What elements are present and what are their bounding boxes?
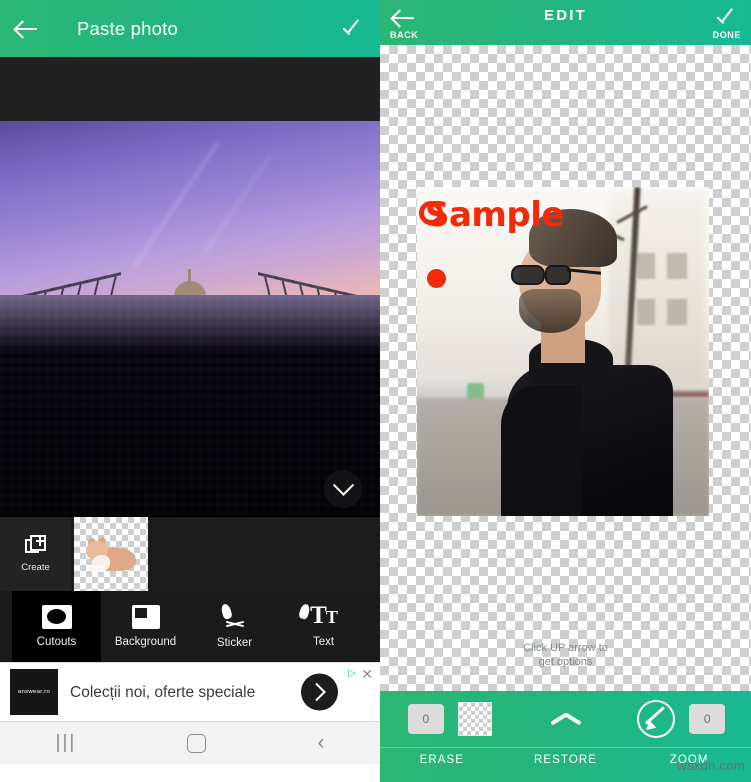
ellipse-cutout-icon: [41, 604, 72, 629]
two-phone-screenshot-composite: Paste photo Create Cutouts Background St…: [0, 0, 751, 782]
done-label: DONE: [712, 30, 741, 40]
ad-close-icon[interactable]: ✕: [361, 666, 373, 683]
chevron-up-icon[interactable]: [551, 711, 581, 727]
page-title: EDIT: [544, 7, 587, 24]
erase-label: ERASE: [419, 754, 465, 766]
tool-background[interactable]: Background: [101, 590, 190, 662]
cat-sticker-icon: [218, 602, 311, 630]
edit-canvas[interactable]: Sample Click UP arrow to get options: [380, 45, 751, 691]
brush-icon[interactable]: [637, 700, 676, 738]
ad-cta-button[interactable]: [301, 673, 338, 711]
text-icon: TT: [310, 602, 338, 629]
confirm-button[interactable]: [340, 16, 366, 42]
create-cutout-tile[interactable]: Create: [0, 517, 74, 591]
ad-brand-logo: answear.ro: [10, 669, 58, 715]
nav-recents-button[interactable]: |||: [56, 732, 77, 754]
options-hint: Click UP arrow to get options: [380, 641, 751, 669]
zoom-level-badge[interactable]: 0: [689, 704, 726, 734]
restore-label: RESTORE: [533, 754, 598, 766]
tool-text[interactable]: TT Text: [279, 590, 368, 662]
erase-size-badge[interactable]: 0: [407, 704, 444, 734]
watermark-dot: [427, 269, 446, 288]
sample-watermark: Sample: [425, 195, 564, 235]
nav-home-button[interactable]: [187, 733, 207, 753]
man-in-black-turtleneck-photo[interactable]: Sample: [417, 187, 709, 516]
page-title: Paste photo: [77, 17, 178, 39]
ad-brand-text: answear.ro: [17, 689, 51, 695]
cat-cutout-thumbnail[interactable]: [74, 517, 148, 591]
tool-background-label: Background: [114, 635, 177, 648]
paste-photo-appbar: Paste photo: [0, 0, 380, 57]
erase-tool[interactable]: 0: [392, 702, 508, 736]
millennium-bridge-st-pauls-photo[interactable]: [0, 121, 380, 516]
nav-back-button[interactable]: ‹: [317, 731, 324, 755]
home-icon: [187, 733, 207, 753]
bridge-deck: [0, 294, 380, 516]
check-icon: [340, 16, 366, 42]
back-button[interactable]: [14, 16, 40, 42]
man-figure: [501, 209, 673, 516]
edit-appbar: BACK EDIT DONE: [380, 0, 751, 45]
tool-cutouts[interactable]: Cutouts: [12, 590, 101, 662]
check-icon: [714, 5, 740, 31]
canvas-top-band: [0, 57, 380, 121]
tool-sticker[interactable]: Sticker: [190, 590, 311, 662]
edit-toolbar-icons: 0 0: [380, 691, 751, 747]
create-tile-label: Create: [21, 562, 50, 573]
restore-tool[interactable]: [508, 711, 624, 727]
ad-headline: Colecții noi, oferte speciale: [70, 683, 256, 701]
cutout-strip: Create: [0, 516, 380, 591]
arrow-back-icon: [14, 16, 40, 42]
adchoices-icon[interactable]: ▷: [348, 668, 356, 679]
tool-sticker-label: Sticker: [216, 636, 253, 649]
chevron-down-icon[interactable]: [324, 470, 362, 508]
add-photo-icon: [24, 535, 47, 557]
back-label: BACK: [390, 30, 419, 40]
cat-cutout-image: [86, 536, 138, 572]
left-android-navbar: ||| ‹: [0, 722, 380, 764]
right-phone-screen: BACK EDIT DONE Sample Click UP arrow to …: [380, 0, 751, 782]
background-icon: [131, 604, 160, 629]
tool-text-label: Text: [312, 636, 335, 648]
eyeglasses: [511, 265, 602, 285]
ad-banner[interactable]: answear.ro Colecții noi, oferte speciale…: [0, 662, 380, 722]
editor-tool-tabs: Cutouts Background Sticker TT Text: [0, 590, 380, 662]
zoom-tool[interactable]: 0: [623, 700, 739, 738]
tool-cutouts-label: Cutouts: [36, 635, 77, 648]
done-button[interactable]: DONE: [713, 5, 741, 40]
left-phone-screen: Paste photo Create Cutouts Background St…: [0, 0, 380, 782]
hint-line-1: Click UP arrow to: [523, 642, 608, 654]
transparency-swatch-icon[interactable]: [457, 702, 492, 736]
site-watermark: wsxdn.com: [677, 758, 745, 773]
hint-line-2: get options: [538, 656, 593, 668]
